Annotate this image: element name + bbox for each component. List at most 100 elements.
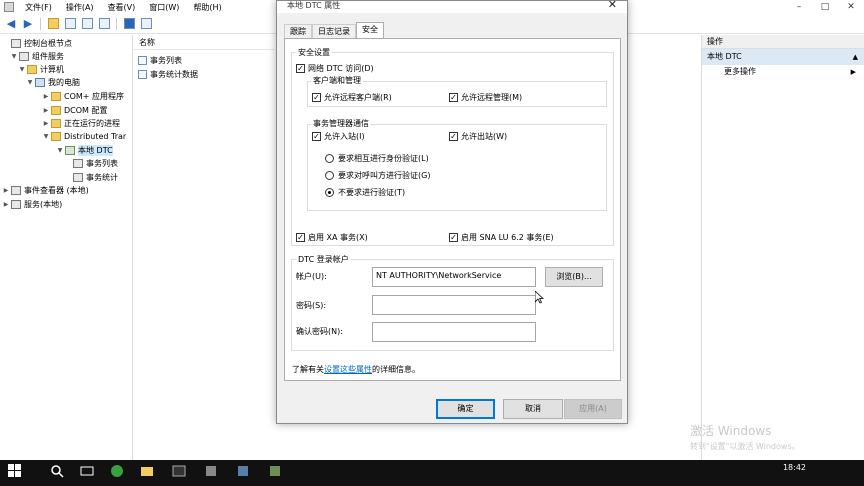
apply-button[interactable]: 应用(A) (564, 399, 622, 419)
tree-item-running-processes[interactable]: ▶ 正在运行的进程 (42, 117, 120, 130)
menu-help[interactable]: 帮助(H) (186, 2, 228, 13)
tree-item-services[interactable]: ▶ 服务(本地) (2, 198, 62, 211)
expand-chevron-icon[interactable]: ▶ (2, 187, 10, 194)
network-dtc-access-checkbox[interactable]: ✓ 网络 DTC 访问(D) (296, 63, 374, 74)
toolbar-separator (116, 17, 117, 30)
show-hide-pane-icon[interactable] (139, 17, 153, 31)
back-arrow-icon[interactable]: ◀ (4, 17, 18, 31)
radio-label: 要求对呼叫方进行验证(G) (338, 171, 431, 180)
auth-mutual-radio[interactable]: 要求相互进行身份验证(L) (325, 153, 429, 164)
tree-item-my-computer[interactable]: ▼ 我的电脑 (26, 76, 80, 89)
expand-chevron-icon[interactable]: ▶ (42, 107, 50, 114)
checkbox-label: 允许远程客户端(R) (324, 93, 392, 102)
enable-sna-checkbox[interactable]: ✓ 启用 SNA LU 6.2 事务(E) (449, 232, 554, 243)
tree-item-label: 本地 DTC (78, 145, 113, 156)
help-icon[interactable] (122, 17, 136, 31)
collapse-chevron-icon[interactable]: ▼ (26, 79, 34, 86)
settings-help-link[interactable]: 设置这些属性 (324, 365, 372, 374)
search-icon[interactable] (50, 464, 68, 482)
cancel-button[interactable]: 取消 (503, 399, 563, 419)
collapse-chevron-icon[interactable]: ▼ (10, 53, 18, 60)
menu-window[interactable]: 窗口(W) (142, 2, 186, 13)
server-manager-icon[interactable] (204, 464, 222, 482)
collapse-chevron-icon[interactable]: ▼ (18, 66, 26, 73)
minimize-button[interactable]: – (786, 0, 812, 14)
actions-header: 操作 (702, 35, 864, 49)
close-icon[interactable]: ✕ (608, 0, 617, 10)
tab-security[interactable]: 安全 (356, 22, 384, 39)
tree-item-component-services[interactable]: ▼ 组件服务 (10, 50, 64, 63)
forward-arrow-icon[interactable]: ▶ (21, 17, 35, 31)
tree-item-distributed-tx[interactable]: ▼ Distributed Trar (42, 130, 126, 143)
activation-watermark: 激活 Windows 转到"设置"以激活 Windows。 (690, 422, 800, 452)
password-input[interactable] (372, 295, 536, 315)
allow-inbound-checkbox[interactable]: ✓ 允许入站(I) (312, 131, 365, 142)
tree-item-computers[interactable]: ▼ 计算机 (18, 63, 64, 76)
auth-none-radio[interactable]: 不要求进行验证(T) (325, 187, 405, 198)
menu-action[interactable]: 操作(A) (59, 2, 101, 13)
auth-caller-radio[interactable]: 要求对呼叫方进行验证(G) (325, 170, 430, 181)
tree-item-label: Distributed Trar (64, 132, 127, 141)
collapse-chevron-icon[interactable]: ▼ (42, 133, 50, 140)
tree-item-label: 组件服务 (32, 52, 64, 61)
expand-chevron-icon[interactable]: ▶ (42, 120, 50, 127)
close-window-button[interactable]: ✕ (838, 0, 864, 14)
properties-icon[interactable] (80, 17, 94, 31)
tree-item-label: 事务列表 (86, 159, 118, 168)
tree-item-local-dtc[interactable]: ▼ 本地 DTC (56, 144, 113, 157)
checkmark-icon: ✓ (312, 132, 321, 141)
tool-icon[interactable] (236, 464, 254, 482)
clock[interactable]: 18:42 (783, 463, 806, 472)
up-folder-icon[interactable] (46, 17, 60, 31)
terminal-icon[interactable] (172, 464, 190, 482)
task-view-icon[interactable] (80, 464, 98, 482)
mouse-cursor-icon (535, 291, 544, 304)
event-viewer-icon (11, 186, 21, 195)
folder-icon (51, 92, 61, 101)
allow-remote-admin-checkbox[interactable]: ✓ 允许远程管理(M) (449, 92, 522, 103)
allow-remote-clients-checkbox[interactable]: ✓ 允许远程客户端(R) (312, 92, 392, 103)
window-controls: – □ ✕ (786, 0, 864, 14)
list-item[interactable]: 事务列表 (138, 54, 182, 67)
start-windows-icon[interactable] (8, 464, 26, 482)
console-tree-icon[interactable] (63, 17, 77, 31)
menu-view[interactable]: 查看(V) (101, 2, 143, 13)
name-column-header[interactable]: 名称 (134, 35, 274, 50)
tree-item-transaction-list[interactable]: 事务列表 (72, 157, 118, 170)
browse-button[interactable]: 浏览(B)... (545, 267, 603, 287)
collapse-chevron-icon[interactable]: ▼ (56, 147, 64, 154)
checkbox-label: 网络 DTC 访问(D) (308, 64, 374, 73)
maximize-button[interactable]: □ (812, 0, 838, 14)
ok-button[interactable]: 确定 (436, 399, 495, 419)
browser-icon[interactable] (110, 464, 128, 482)
expand-chevron-icon[interactable]: ▶ (42, 93, 50, 100)
tree-item-transaction-stats[interactable]: 事务统计 (72, 171, 118, 184)
actions-section-local-dtc[interactable]: 本地 DTC ▲ (702, 49, 864, 65)
tree-item-com-apps[interactable]: ▶ COM+ 应用程序 (42, 90, 124, 103)
tab-logging[interactable]: 日志记录 (312, 24, 356, 39)
tree-item-label: COM+ 应用程序 (64, 92, 125, 101)
taskbar: 18:42 (0, 460, 864, 486)
allow-outbound-checkbox[interactable]: ✓ 允许出站(W) (449, 131, 507, 142)
mmc-window: 文件(F) 操作(A) 查看(V) 窗口(W) 帮助(H) – □ ✕ ◀ ▶ … (0, 0, 864, 486)
dialog-titlebar[interactable]: 本地 DTC 属性 ✕ (277, 0, 627, 13)
confirm-password-input[interactable] (372, 322, 536, 342)
tab-tracing[interactable]: 跟踪 (284, 24, 312, 39)
tab-strip: 跟踪 日志记录 安全 (284, 22, 384, 39)
menu-file[interactable]: 文件(F) (18, 2, 59, 13)
list-item[interactable]: 事务统计数据 (138, 68, 198, 81)
export-list-icon[interactable] (97, 17, 111, 31)
group-label: DTC 登录帐户 (296, 254, 351, 265)
tree-item-dcom-config[interactable]: ▶ DCOM 配置 (42, 104, 108, 117)
tree-item-console-root[interactable]: 控制台根节点 (2, 37, 72, 50)
expand-chevron-icon[interactable]: ▶ (2, 201, 10, 208)
submenu-arrow-icon: ▶ (850, 68, 856, 76)
more-actions-item[interactable]: 更多操作 ▶ (702, 65, 864, 79)
collapse-up-icon[interactable]: ▲ (853, 49, 858, 65)
tree-item-label: 服务(本地) (24, 200, 63, 209)
file-explorer-icon[interactable] (140, 464, 158, 482)
account-input[interactable]: NT AUTHORITY\NetworkService (372, 267, 536, 287)
enable-xa-checkbox[interactable]: ✓ 启用 XA 事务(X) (296, 232, 368, 243)
tree-item-event-viewer[interactable]: ▶ 事件查看器 (本地) (2, 184, 89, 197)
component-services-taskbar-icon[interactable] (268, 464, 286, 482)
